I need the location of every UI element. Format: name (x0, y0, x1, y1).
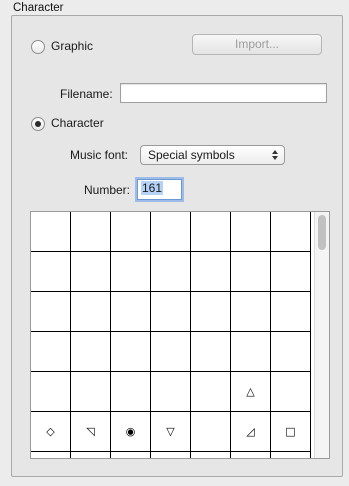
symbol-cell[interactable] (111, 332, 151, 372)
music-font-label: Music font: (70, 148, 129, 162)
symbol-cell[interactable] (31, 212, 71, 252)
character-label[interactable]: Character (51, 116, 104, 130)
character-radio[interactable] (31, 117, 45, 131)
scrollbar-thumb[interactable] (318, 215, 326, 250)
symbol-cell[interactable] (191, 292, 231, 332)
symbol-cell[interactable] (271, 372, 311, 412)
graphic-label[interactable]: Graphic (51, 39, 93, 53)
graphic-radio[interactable] (31, 40, 45, 54)
symbol-cell[interactable] (71, 372, 111, 412)
symbol-glyph: □ (285, 425, 296, 438)
symbol-cell[interactable]: ◿ (231, 412, 271, 452)
symbol-cell[interactable] (191, 412, 231, 452)
symbol-cell[interactable] (231, 212, 271, 252)
number-value: 161 (141, 181, 164, 195)
symbol-glyph: ▽ (166, 425, 175, 438)
symbol-cell[interactable] (111, 452, 151, 458)
symbol-cell[interactable] (71, 212, 111, 252)
symbol-cell[interactable] (271, 252, 311, 292)
symbol-glyph: ◇ (46, 425, 55, 438)
symbol-glyph: ◹ (86, 425, 95, 438)
symbol-cell[interactable] (71, 292, 111, 332)
vertical-scrollbar[interactable] (314, 212, 329, 458)
symbol-cell[interactable] (191, 252, 231, 292)
symbol-cell[interactable] (111, 292, 151, 332)
symbol-cell[interactable] (31, 332, 71, 372)
symbol-cell[interactable] (151, 252, 191, 292)
symbol-cell[interactable]: △ (231, 372, 271, 412)
symbol-cell[interactable] (271, 212, 311, 252)
symbol-cell[interactable] (71, 252, 111, 292)
symbol-cell[interactable]: ▽ (151, 412, 191, 452)
symbol-cell[interactable]: ◹ (71, 412, 111, 452)
symbol-cell[interactable] (271, 332, 311, 372)
symbol-cell[interactable] (151, 452, 191, 458)
symbol-cell[interactable] (31, 452, 71, 458)
symbol-cell[interactable] (111, 372, 151, 412)
symbol-cell[interactable] (191, 452, 231, 458)
symbol-cell[interactable] (151, 212, 191, 252)
symbol-cell[interactable] (231, 332, 271, 372)
symbol-cell[interactable]: ◉ (111, 412, 151, 452)
symbol-glyph: ◉ (125, 425, 136, 438)
symbol-cell[interactable] (31, 252, 71, 292)
symbol-cell[interactable] (31, 292, 71, 332)
symbol-cell[interactable] (231, 252, 271, 292)
symbol-cell[interactable]: □ (271, 412, 311, 452)
symbol-glyph: ◿ (246, 425, 255, 438)
symbol-cell[interactable] (231, 292, 271, 332)
import-button[interactable]: Import... (192, 34, 322, 55)
symbol-grid[interactable]: △ ◇ ◹ ◉ ▽ ◿ □ (30, 211, 330, 459)
symbol-cell[interactable] (271, 292, 311, 332)
symbol-cell[interactable] (231, 452, 271, 458)
symbol-glyph: △ (246, 385, 255, 398)
number-label: Number: (84, 183, 131, 197)
symbol-cell[interactable] (71, 332, 111, 372)
symbol-cell[interactable] (31, 372, 71, 412)
symbol-cell[interactable]: ◇ (31, 412, 71, 452)
filename-field[interactable] (120, 83, 327, 103)
symbol-cell[interactable] (111, 212, 151, 252)
symbol-cell[interactable] (191, 212, 231, 252)
group-title: Character (13, 2, 64, 14)
popup-arrows-icon (272, 150, 278, 160)
symbol-cell[interactable] (191, 372, 231, 412)
symbol-grid-cells: △ ◇ ◹ ◉ ▽ ◿ □ (31, 212, 311, 458)
number-field[interactable]: 161 (137, 179, 182, 200)
symbol-cell[interactable] (271, 452, 311, 458)
filename-label: Filename: (60, 87, 113, 101)
symbol-cell[interactable] (151, 372, 191, 412)
symbol-cell[interactable] (71, 452, 111, 458)
music-font-select[interactable]: Special symbols (140, 145, 285, 165)
symbol-cell[interactable] (111, 252, 151, 292)
symbol-cell[interactable] (191, 332, 231, 372)
symbol-cell[interactable] (151, 332, 191, 372)
music-font-value: Special symbols (148, 148, 235, 162)
symbol-cell[interactable] (151, 292, 191, 332)
